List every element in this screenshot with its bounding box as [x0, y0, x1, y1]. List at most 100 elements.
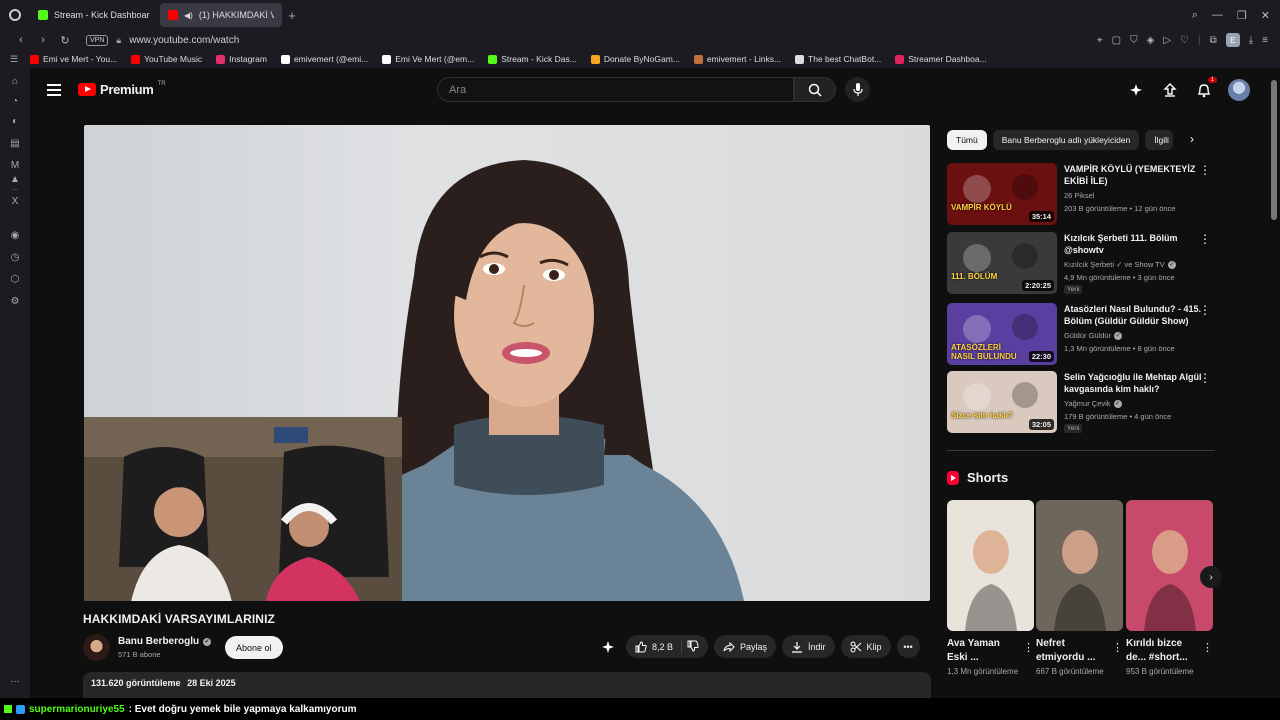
bookmark-item[interactable]: Stream - Kick Das... — [488, 54, 577, 64]
video-title[interactable]: Atasözleri Nasıl Bulundu? - 415. Bölüm (… — [1064, 303, 1202, 327]
upload-icon[interactable] — [1160, 80, 1180, 100]
video-title[interactable]: VAMPİR KÖYLÜ (YEMEKTEYİZ EKİBİ İLE) — [1064, 163, 1202, 187]
more-options-icon[interactable]: ⋮ — [1199, 233, 1211, 245]
page-scrollbar[interactable] — [1268, 68, 1280, 698]
bookmark-item[interactable]: Streamer Dashboa... — [895, 54, 987, 64]
circle-icon[interactable]: ◉ — [9, 230, 21, 242]
profile-avatar[interactable]: E — [1225, 33, 1240, 47]
voice-search-button[interactable] — [845, 77, 870, 102]
video-thumbnail[interactable]: Sizce kim haklı? 32:05 — [947, 371, 1057, 433]
search-icon[interactable]: ⌕ — [1192, 9, 1198, 22]
bookmark-item[interactable]: Emi Ve Mert (@em... — [382, 54, 474, 64]
pin-icon[interactable]: ⌖ — [1097, 35, 1103, 46]
alert-icon[interactable]: ▲ — [9, 174, 21, 186]
channel-name-row[interactable]: Banu Berberoglu ✓ — [118, 636, 212, 647]
short-item[interactable]: Kırıldı bizce de... #short... 953 B görün… — [1126, 500, 1213, 678]
more-options-icon[interactable]: ⋮ — [1199, 304, 1211, 316]
video-title[interactable]: Selin Yağcıoğlu ile Mehtap Algül kavgası… — [1064, 371, 1202, 395]
channel-row[interactable]: Kızılcık Şerbeti ✓ ve Show TV ✓ — [1064, 260, 1176, 269]
account-avatar[interactable] — [1228, 79, 1250, 101]
video-player[interactable] — [84, 125, 930, 601]
channel-row[interactable]: Yağmur Çevik ✓ — [1064, 399, 1122, 408]
more-options-icon[interactable]: ⋮ — [1112, 641, 1123, 654]
video-thumbnail[interactable]: 111. BÖLÜM 2:20:25 — [947, 232, 1057, 294]
download-button[interactable]: İndir — [782, 635, 835, 658]
video-title[interactable]: Kızılcık Şerbeti 111. Bölüm @showtv — [1064, 232, 1202, 256]
recommended-video[interactable]: Sizce kim haklı? 32:05 Selin Yağcıoğlu ile… — [947, 371, 1215, 433]
controller-icon[interactable]: ▤ — [9, 138, 21, 150]
recommended-video[interactable]: 111. BÖLÜM 2:20:25 Kızılcık Şerbeti 111. B… — [947, 232, 1215, 294]
settings-icon[interactable]: ⚙ — [9, 296, 21, 308]
cube-icon[interactable]: ◈ — [1147, 35, 1155, 46]
box-icon[interactable]: ⬡ — [9, 274, 21, 286]
messenger-icon[interactable]: M — [9, 160, 21, 172]
browser-logo-icon[interactable] — [0, 0, 30, 30]
snapshot-icon[interactable]: ▢ — [1112, 35, 1121, 46]
x-icon[interactable]: X — [9, 196, 21, 208]
short-item[interactable]: Ava Yaman Eski ... 1,3 Mn görüntüleme ⋮ — [947, 500, 1034, 678]
sparkle-icon[interactable] — [596, 635, 620, 658]
more-options-icon[interactable]: ⋮ — [1023, 641, 1034, 654]
send-icon[interactable]: ▷ — [1163, 35, 1171, 46]
chip-all[interactable]: Tümü — [947, 130, 987, 150]
vpn-badge[interactable]: VPN — [86, 34, 109, 46]
clip-button[interactable]: Klip — [840, 635, 891, 658]
dislike-button[interactable] — [687, 640, 699, 654]
video-thumbnail[interactable]: VAMPİR KÖYLÜ 35:14 — [947, 163, 1057, 225]
clock-icon[interactable]: ◷ — [9, 252, 21, 264]
more-icon[interactable]: … — [9, 674, 21, 686]
subscribe-button[interactable]: Abone ol — [225, 636, 283, 659]
home-icon[interactable]: ⌂ — [9, 76, 21, 88]
maximize-button[interactable]: ❐ — [1237, 9, 1247, 22]
search-input[interactable] — [449, 83, 793, 96]
chevron-right-icon[interactable]: › — [1190, 132, 1194, 146]
more-options-icon[interactable]: ⋮ — [1199, 164, 1211, 176]
bookmark-item[interactable]: Instagram — [216, 54, 267, 64]
sparkle-icon[interactable] — [1126, 80, 1146, 100]
short-thumbnail[interactable] — [1126, 500, 1213, 631]
recommended-video[interactable]: VAMPİR KÖYLÜ 35:14 VAMPİR KÖYLÜ (YEMEKTEYİ… — [947, 163, 1215, 225]
youtube-logo[interactable]: Premium TR — [78, 81, 166, 97]
bookmark-item[interactable]: The best ChatBot... — [795, 54, 881, 64]
bookmark-item[interactable]: Emi ve Mert - You... — [30, 54, 117, 64]
extensions-icon[interactable]: ⧉ — [1210, 35, 1217, 46]
notifications-button[interactable]: 1 — [1194, 77, 1217, 100]
bookmark-item[interactable]: emivemert - Links... — [693, 54, 781, 64]
search-button[interactable] — [794, 77, 836, 102]
tab-youtube[interactable]: ◀) (1) HAKKIMDAKİ VARS — [160, 3, 282, 27]
forward-icon[interactable]: › — [34, 34, 52, 46]
bookmark-item[interactable]: YouTube Music — [131, 54, 202, 64]
speaker-icon[interactable]: ◀) — [184, 11, 193, 20]
close-button[interactable]: ✕ — [1261, 9, 1270, 22]
more-options-icon[interactable]: ⋮ — [1202, 641, 1213, 654]
shorts-next-button[interactable]: › — [1200, 566, 1222, 588]
back-icon[interactable]: ‹ — [12, 34, 30, 46]
like-button[interactable]: 8,2 B — [635, 640, 683, 653]
url-field[interactable]: www.youtube.com/watch — [129, 35, 239, 46]
description-box[interactable]: 131.620 görüntüleme 28 Eki 2025 — [83, 672, 931, 698]
channel-row[interactable]: 26 Piksel — [1064, 191, 1094, 200]
share-button[interactable]: Paylaş — [714, 635, 777, 658]
channel-avatar[interactable] — [83, 634, 110, 661]
more-options-icon[interactable]: ⋮ — [1199, 372, 1211, 384]
new-tab-button[interactable]: + — [284, 7, 300, 23]
chip-from-uploader[interactable]: Banu Berberoglu adlı yükleyiciden — [992, 130, 1140, 150]
video-thumbnail[interactable]: ATASÖZLERİ NASIL BULUNDU 22:30 — [947, 303, 1057, 365]
bookmark-item[interactable]: Donate ByNoGam... — [590, 54, 680, 64]
download-icon[interactable]: ⤓ — [1249, 35, 1253, 46]
recommended-video[interactable]: ATASÖZLERİ NASIL BULUNDU 22:30 Atasözleri … — [947, 303, 1215, 365]
bookmark-item[interactable]: emivemert (@emi... — [280, 54, 368, 64]
tab-kick-dashboard[interactable]: Stream - Kick Dashboard — [30, 3, 158, 27]
heart-icon[interactable]: ♡ — [1180, 35, 1189, 46]
shield-icon[interactable]: ⛉ — [1130, 35, 1138, 46]
minimize-button[interactable]: — — [1212, 9, 1223, 22]
channel-row[interactable]: Güldür Güldür ✓ — [1064, 331, 1123, 340]
channel-name[interactable]: Banu Berberoglu — [118, 636, 199, 647]
menu-icon[interactable]: ≡ — [1262, 35, 1268, 46]
short-thumbnail[interactable] — [947, 500, 1034, 631]
reload-icon[interactable]: ↻ — [56, 34, 74, 47]
discord-icon[interactable]: ◐ — [9, 116, 21, 128]
scrollbar-thumb[interactable] — [1271, 80, 1277, 220]
short-thumbnail[interactable] — [1036, 500, 1123, 631]
menu-icon[interactable] — [47, 84, 61, 96]
